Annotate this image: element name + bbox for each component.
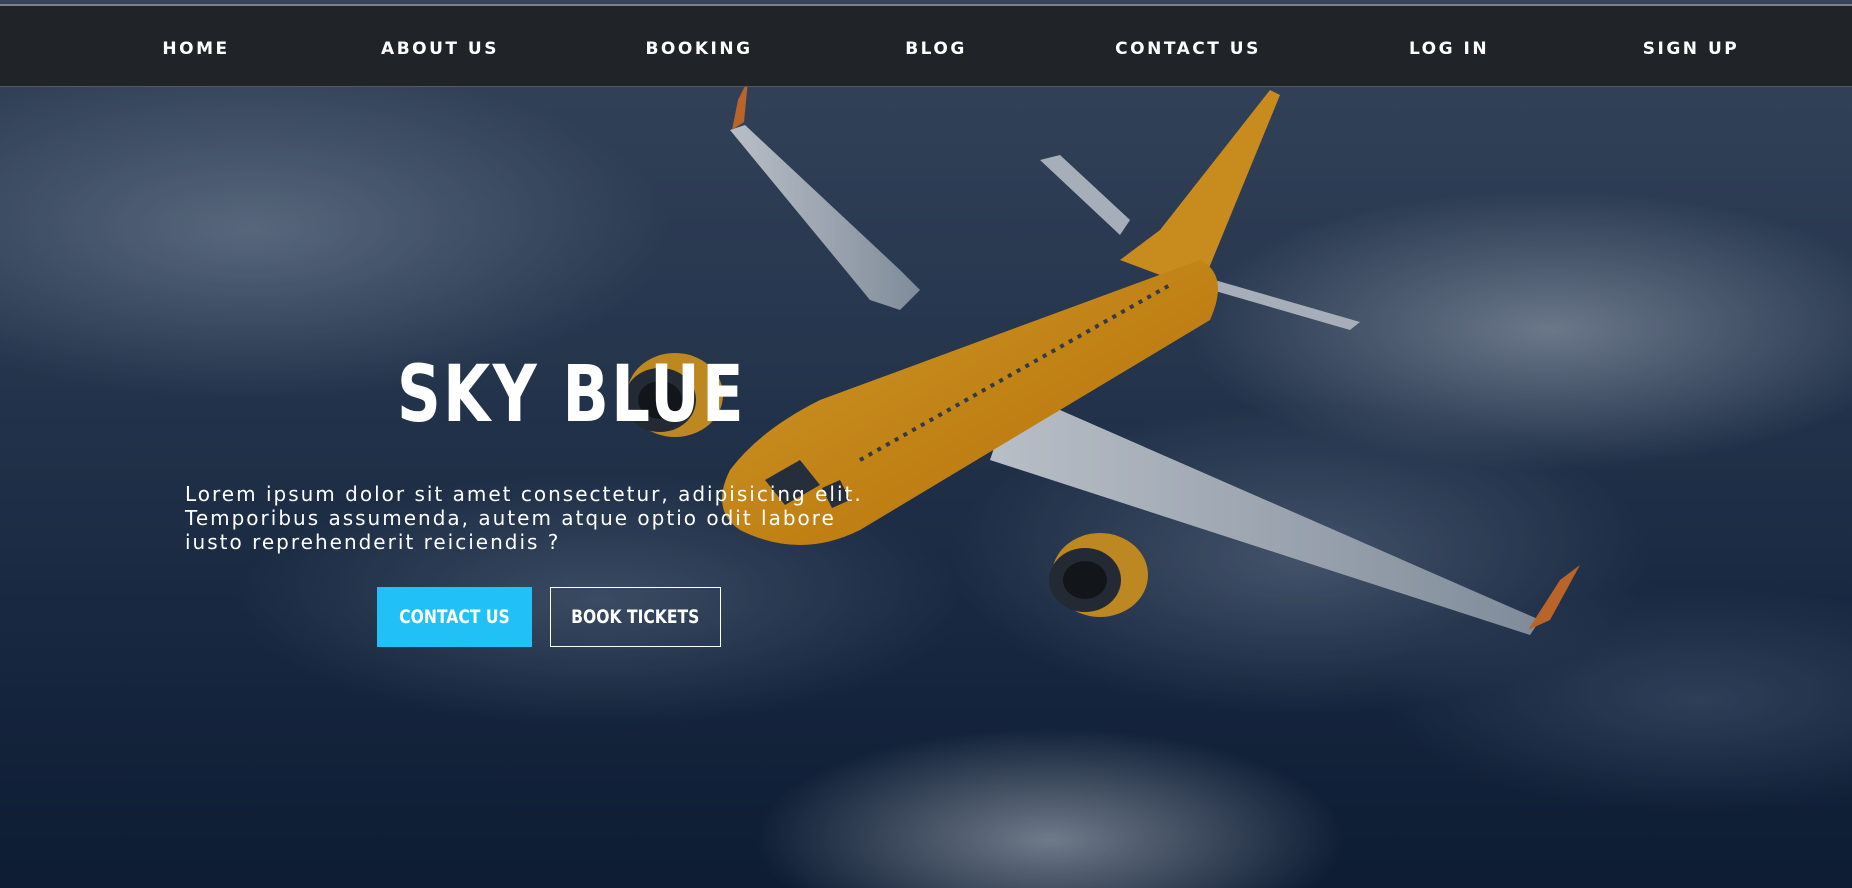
top-navbar: HOME ABOUT US BOOKING BLOG CONTACT US LO… [0,4,1852,87]
nav-contact-us-link[interactable]: CONTACT US [1115,39,1261,59]
nav-log-in-link[interactable]: LOG IN [1409,39,1489,59]
hero-title: SKY BLUE [397,350,746,440]
book-tickets-button[interactable]: BOOK TICKETS [550,587,721,647]
nav-blog-link[interactable]: BLOG [905,39,967,59]
nav-about-us-link[interactable]: ABOUT US [381,39,499,59]
contact-us-button[interactable]: CONTACT US [377,587,532,647]
nav-home-link[interactable]: HOME [162,39,229,59]
hero-description: Lorem ipsum dolor sit amet consectetur, … [185,482,863,554]
nav-booking-link[interactable]: BOOKING [645,39,752,59]
book-tickets-button-label: BOOK TICKETS [571,606,700,628]
contact-us-button-label: CONTACT US [399,606,510,628]
nav-sign-up-link[interactable]: SIGN UP [1643,39,1739,59]
hero-overlay [0,0,1852,888]
